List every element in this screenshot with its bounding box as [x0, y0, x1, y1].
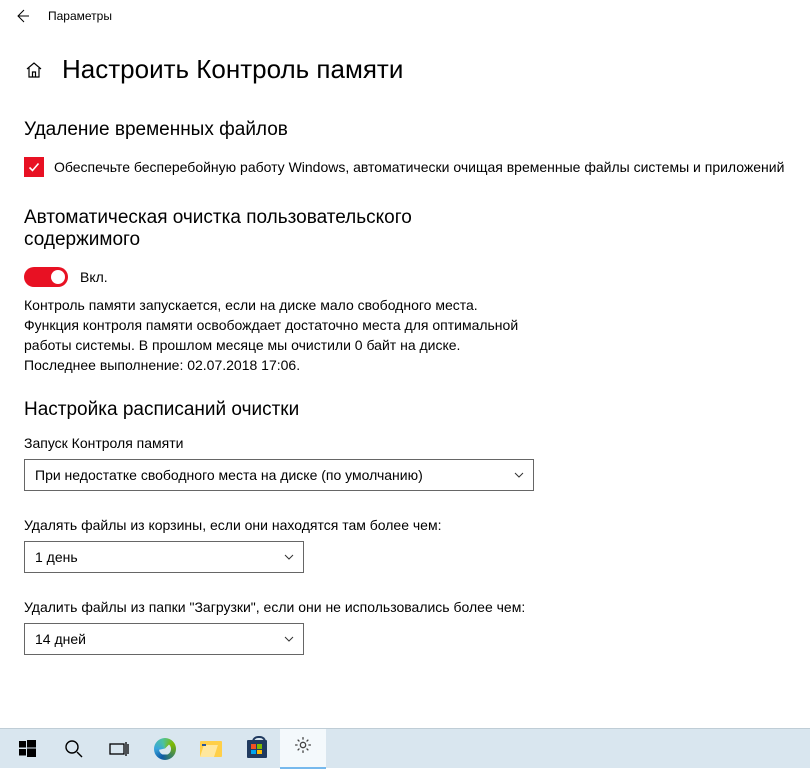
page-title: Настроить Контроль памяти	[62, 54, 403, 85]
temp-files-checkbox-row: Обеспечьте бесперебойную работу Windows,…	[24, 157, 786, 177]
windows-icon	[19, 740, 36, 757]
auto-clean-description: Контроль памяти запускается, если на дис…	[24, 295, 524, 375]
taskbar	[0, 728, 810, 768]
titlebar: Параметры	[0, 0, 810, 32]
store-icon	[247, 740, 267, 758]
gear-icon	[293, 735, 313, 760]
folder-icon	[200, 741, 222, 757]
edge-icon	[154, 738, 176, 760]
section-temp-files-heading: Удаление временных файлов	[24, 119, 786, 141]
section-auto-clean-heading: Автоматическая очистка пользовательского…	[24, 207, 524, 251]
page-header: Настроить Контроль памяти	[24, 54, 786, 85]
run-dropdown-value: При недостатке свободного места на диске…	[35, 467, 423, 483]
chevron-down-icon	[513, 469, 525, 481]
temp-files-checkbox-label: Обеспечьте бесперебойную работу Windows,…	[54, 157, 784, 177]
back-button[interactable]	[8, 2, 36, 30]
search-icon	[64, 739, 83, 758]
temp-files-checkbox[interactable]	[24, 157, 44, 177]
microsoft-store-button[interactable]	[234, 729, 280, 769]
auto-clean-toggle-label: Вкл.	[80, 269, 108, 285]
downloads-dropdown-value: 14 дней	[35, 631, 86, 647]
arrow-left-icon	[14, 8, 30, 24]
task-view-icon	[109, 741, 129, 757]
run-storage-sense-dropdown[interactable]: При недостатке свободного места на диске…	[24, 459, 534, 491]
search-button[interactable]	[50, 729, 96, 769]
home-icon[interactable]	[24, 60, 44, 80]
auto-clean-toggle-row: Вкл.	[24, 267, 786, 287]
chevron-down-icon	[283, 633, 295, 645]
recycle-dropdown-value: 1 день	[35, 549, 78, 565]
toggle-thumb	[51, 270, 65, 284]
window-title: Параметры	[48, 9, 112, 23]
chevron-down-icon	[283, 551, 295, 563]
run-label: Запуск Контроля памяти	[24, 435, 574, 451]
downloads-dropdown[interactable]: 14 дней	[24, 623, 304, 655]
downloads-label: Удалить файлы из папки "Загрузки", если …	[24, 599, 574, 615]
edge-button[interactable]	[142, 729, 188, 769]
task-view-button[interactable]	[96, 729, 142, 769]
content-area: Настроить Контроль памяти Удаление време…	[0, 32, 810, 655]
schedule-heading: Настройка расписаний очистки	[24, 399, 786, 421]
settings-taskbar-button[interactable]	[280, 729, 326, 769]
auto-clean-toggle[interactable]	[24, 267, 68, 287]
recycle-label: Удалять файлы из корзины, если они наход…	[24, 517, 574, 533]
start-button[interactable]	[4, 729, 50, 769]
file-explorer-button[interactable]	[188, 729, 234, 769]
recycle-bin-dropdown[interactable]: 1 день	[24, 541, 304, 573]
check-icon	[27, 160, 41, 174]
